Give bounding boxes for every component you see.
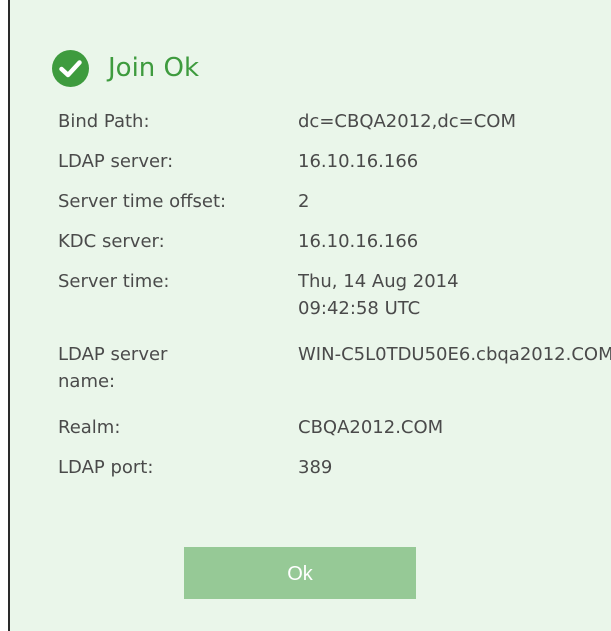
detail-row-server-time: Server time: Thu, 14 Aug 2014 09:42:58 U… bbox=[58, 268, 611, 328]
detail-value: 2 bbox=[298, 191, 310, 212]
detail-row-bind-path: Bind Path: dc=CBQA2012,dc=COM bbox=[58, 108, 611, 138]
detail-label: LDAP server: bbox=[58, 151, 174, 172]
dialog-header: Join Ok bbox=[52, 48, 199, 88]
detail-value: CBQA2012.COM bbox=[298, 417, 444, 438]
dialog-title: Join Ok bbox=[108, 53, 200, 83]
detail-row-ldap-server-name: LDAP server name: WIN-C5L0TDU50E6.cbqa20… bbox=[58, 341, 611, 401]
detail-value: 16.10.16.166 bbox=[298, 151, 419, 172]
detail-row-ldap-port: LDAP port: 389 bbox=[58, 454, 611, 484]
detail-value: WIN-C5L0TDU50E6.cbqa2012.COM bbox=[298, 344, 611, 365]
join-result-dialog: Join Ok Bind Path: dc=CBQA2012,dc=COM LD… bbox=[8, 0, 611, 631]
detail-row-realm: Realm: CBQA2012.COM bbox=[58, 414, 611, 444]
detail-label: LDAP port: bbox=[58, 457, 154, 478]
detail-value: 16.10.16.166 bbox=[298, 231, 419, 252]
detail-row-kdc-server: KDC server: 16.10.16.166 bbox=[58, 228, 611, 258]
check-circle-icon bbox=[52, 49, 89, 87]
detail-row-server-time-offset: Server time offset: 2 bbox=[58, 188, 611, 218]
detail-label: Server time offset: bbox=[58, 191, 227, 212]
detail-row-ldap-server: LDAP server: 16.10.16.166 bbox=[58, 148, 611, 178]
detail-label: LDAP server name: bbox=[58, 344, 168, 392]
detail-label: Bind Path: bbox=[58, 111, 150, 132]
detail-value: dc=CBQA2012,dc=COM bbox=[298, 111, 517, 132]
detail-label: KDC server: bbox=[58, 231, 165, 252]
detail-value: Thu, 14 Aug 2014 09:42:58 UTC bbox=[298, 271, 459, 319]
detail-label: Realm: bbox=[58, 417, 121, 438]
ok-button[interactable]: Ok bbox=[184, 547, 416, 599]
detail-label: Server time: bbox=[58, 271, 170, 292]
detail-value: 389 bbox=[298, 457, 333, 478]
